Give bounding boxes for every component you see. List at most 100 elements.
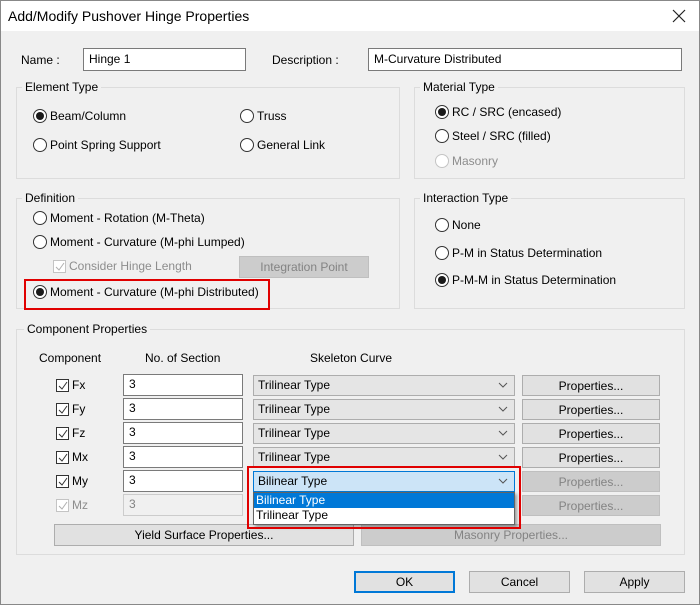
radio-interaction-none[interactable]: None xyxy=(435,218,481,232)
radio-general-link[interactable]: General Link xyxy=(240,138,325,152)
checkbox-fz[interactable]: Fz xyxy=(56,426,85,440)
checkmark-icon xyxy=(58,453,68,462)
radio-label: RC / SRC (encased) xyxy=(452,105,562,119)
radio-pmm-status[interactable]: P-M-M in Status Determination xyxy=(435,273,616,287)
column-header-sections: No. of Section xyxy=(145,351,221,365)
radio-label: Moment - Rotation (M-Theta) xyxy=(50,211,205,225)
cancel-button[interactable]: Cancel xyxy=(469,571,570,593)
checkbox-icon xyxy=(56,498,69,512)
radio-label: Steel / SRC (filled) xyxy=(452,129,551,143)
component-label: Fz xyxy=(72,426,86,440)
apply-button[interactable]: Apply xyxy=(584,571,685,593)
radio-moment-rotation[interactable]: Moment - Rotation (M-Theta) xyxy=(33,211,205,225)
definition-title: Definition xyxy=(22,191,79,205)
radio-label: Truss xyxy=(257,109,287,123)
sections-field-fy[interactable]: 3 xyxy=(123,398,243,420)
radio-moment-curvature-lumped[interactable]: Moment - Curvature (M-phi Lumped) xyxy=(33,235,245,249)
skeleton-select-fx[interactable]: Trilinear Type xyxy=(253,375,515,396)
skeleton-select-fz[interactable]: Trilinear Type xyxy=(253,423,515,444)
skeleton-dropdown-list: Bilinear Type Trilinear Type xyxy=(253,492,515,525)
select-value: Trilinear Type xyxy=(258,378,331,392)
sections-field-mx[interactable]: 3 xyxy=(123,446,243,468)
checkmark-icon xyxy=(58,477,68,486)
component-label: Mz xyxy=(72,498,88,512)
checkmark-icon xyxy=(58,405,68,414)
radio-selected-icon xyxy=(33,285,47,299)
checkbox-mx[interactable]: Mx xyxy=(56,450,88,464)
radio-icon xyxy=(33,211,47,225)
chevron-down-icon xyxy=(498,454,508,460)
column-header-component: Component xyxy=(39,351,102,365)
component-label: Fy xyxy=(72,402,86,416)
radio-steel-src-filled[interactable]: Steel / SRC (filled) xyxy=(435,129,551,143)
properties-button-mx[interactable]: Properties... xyxy=(522,447,660,468)
description-field[interactable]: M-Curvature Distributed xyxy=(368,48,682,71)
select-value: Trilinear Type xyxy=(258,426,331,440)
sections-field-fx[interactable]: 3 xyxy=(123,374,243,396)
description-label: Description : xyxy=(272,53,339,67)
interaction-type-title: Interaction Type xyxy=(420,191,512,205)
properties-button-my: Properties... xyxy=(522,471,660,492)
checkmark-icon xyxy=(58,501,68,510)
radio-pm-status[interactable]: P-M in Status Determination xyxy=(435,246,602,260)
yield-surface-properties-button[interactable]: Yield Surface Properties... xyxy=(54,524,354,546)
radio-label: None xyxy=(452,218,481,232)
title-bar: Add/Modify Pushover Hinge Properties xyxy=(1,1,699,31)
properties-button-fz[interactable]: Properties... xyxy=(522,423,660,444)
dropdown-option-trilinear[interactable]: Trilinear Type xyxy=(254,508,514,523)
name-field[interactable]: Hinge 1 xyxy=(83,48,246,71)
radio-label: Point Spring Support xyxy=(50,138,161,152)
dropdown-option-bilinear[interactable]: Bilinear Type xyxy=(254,493,514,508)
material-type-title: Material Type xyxy=(420,80,498,94)
radio-icon xyxy=(33,235,47,249)
sections-field-mz: 3 xyxy=(123,494,243,516)
skeleton-select-fy[interactable]: Trilinear Type xyxy=(253,399,515,420)
radio-point-spring-support[interactable]: Point Spring Support xyxy=(33,138,161,152)
element-type-title: Element Type xyxy=(22,80,102,94)
radio-label: P-M in Status Determination xyxy=(452,246,603,260)
name-label: Name : xyxy=(21,53,60,67)
component-label: Fx xyxy=(72,378,86,392)
radio-icon xyxy=(33,138,47,152)
checkbox-fy[interactable]: Fy xyxy=(56,402,85,416)
sections-field-fz[interactable]: 3 xyxy=(123,422,243,444)
radio-truss[interactable]: Truss xyxy=(240,109,287,123)
close-icon xyxy=(672,9,686,23)
ok-button[interactable]: OK xyxy=(354,571,455,593)
skeleton-select-mx[interactable]: Trilinear Type xyxy=(253,447,515,468)
checkbox-mz: Mz xyxy=(56,498,88,512)
checkbox-icon xyxy=(56,426,69,440)
radio-selected-icon xyxy=(435,273,449,287)
radio-icon xyxy=(435,218,449,232)
radio-moment-curvature-distributed[interactable]: Moment - Curvature (M-phi Distributed) xyxy=(33,285,259,299)
checkbox-icon xyxy=(56,378,69,392)
column-header-skeleton: Skeleton Curve xyxy=(310,351,393,365)
chevron-down-icon xyxy=(498,430,508,436)
radio-masonry: Masonry xyxy=(435,154,498,168)
radio-icon xyxy=(240,138,254,152)
radio-label: Moment - Curvature (M-phi Distributed) xyxy=(50,285,259,299)
sections-field-my[interactable]: 3 xyxy=(123,470,243,492)
checkbox-icon xyxy=(53,259,66,273)
checkbox-my[interactable]: My xyxy=(56,474,88,488)
radio-rc-src-encased[interactable]: RC / SRC (encased) xyxy=(435,105,561,119)
radio-selected-icon xyxy=(435,105,449,119)
chevron-down-icon xyxy=(498,478,508,484)
radio-icon xyxy=(240,109,254,123)
skeleton-select-my[interactable]: Bilinear Type xyxy=(253,471,515,492)
component-label: Mx xyxy=(72,450,88,464)
radio-beam-column[interactable]: Beam/Column xyxy=(33,109,126,123)
checkbox-label: Consider Hinge Length xyxy=(69,259,192,273)
masonry-properties-button: Masonry Properties... xyxy=(361,524,661,546)
checkmark-icon xyxy=(58,429,68,438)
integration-point-button: Integration Point xyxy=(239,256,369,278)
close-button[interactable] xyxy=(669,6,689,26)
radio-label: General Link xyxy=(257,138,326,152)
checkbox-fx[interactable]: Fx xyxy=(56,378,85,392)
properties-button-fx[interactable]: Properties... xyxy=(522,375,660,396)
component-label: My xyxy=(72,474,88,488)
checkmark-icon xyxy=(58,381,68,390)
properties-button-mz: Properties... xyxy=(522,495,660,516)
properties-button-fy[interactable]: Properties... xyxy=(522,399,660,420)
select-value: Trilinear Type xyxy=(258,450,331,464)
